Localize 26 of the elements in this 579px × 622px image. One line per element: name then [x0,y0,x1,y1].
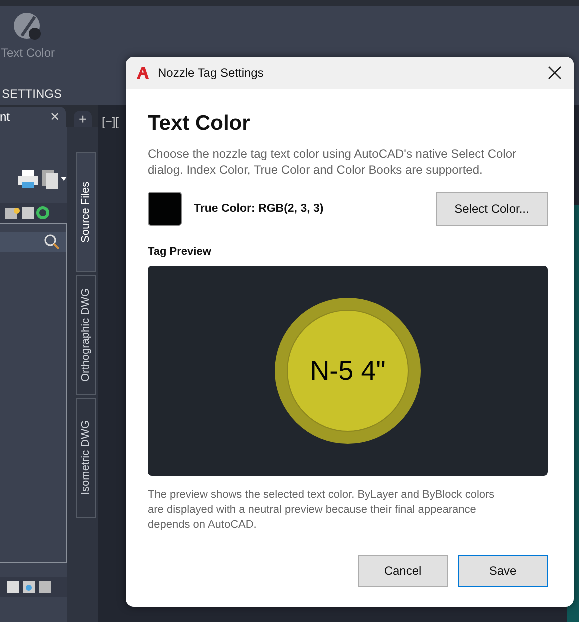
tab-label: nt [0,110,10,124]
close-icon[interactable] [548,66,562,80]
search-field[interactable] [0,232,66,252]
side-tab[interactable]: Source Files [76,152,96,272]
printer-icon[interactable] [17,169,39,189]
note-text: The preview shows the selected text color. ByLayer and ByBlock colors are displayed with a neutral preview because their final appearance depends on AutoCAD. [148,488,496,533]
dialog-button[interactable]: Cancel [358,555,448,587]
dialog-title: Nozzle Tag Settings [158,66,265,80]
nozzle-tag: N-5 4" [287,310,409,432]
description-text: Choose the nozzle tag text color using AutoCAD's native Select Color dialog. Index Color, True Color and Color Books are supported. [148,146,518,178]
app-logo-icon [136,66,150,80]
side-tab[interactable]: Isometric DWG [76,398,96,518]
side-tab[interactable]: Orthographic DWG [76,275,96,395]
close-tab-button[interactable]: ✕ [50,110,60,124]
preview-label: Tag Preview [148,246,212,258]
document-tab[interactable]: nt ✕ [0,107,66,127]
section-heading: Text Color [148,112,252,136]
clipboard-icon[interactable] [41,169,67,189]
search-icon [44,234,60,250]
color-value-label: True Color: RGB(2, 3, 3) [194,203,325,215]
palette-icon [13,12,43,42]
new-tab-button[interactable]: + [74,111,92,127]
select-color-button[interactable]: Select Color... [436,192,548,226]
dialog-button[interactable]: Save [458,555,548,587]
viewport-label[interactable]: [−][ [102,115,120,129]
ribbon-panel-title: SETTINGS [1,87,64,101]
